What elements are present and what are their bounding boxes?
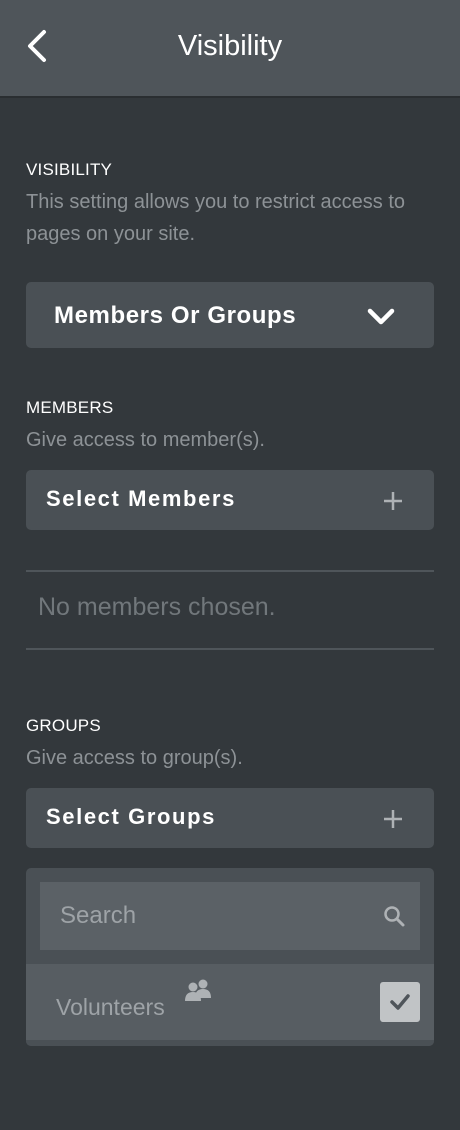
groups-description: Give access to group(s). — [26, 747, 243, 769]
header-bar: Visibility — [0, 0, 460, 98]
visibility-section-title: VISIBILITY — [26, 160, 113, 179]
group-item-label: Volunteers — [56, 994, 165, 1020]
divider — [26, 570, 434, 572]
members-section-title: MEMBERS — [26, 398, 114, 417]
plus-icon — [384, 810, 402, 828]
select-groups-label: Select Groups — [46, 804, 216, 829]
members-description: Give access to member(s). — [26, 429, 265, 451]
groups-section-title: GROUPS — [26, 716, 101, 735]
visibility-dropdown[interactable]: Members Or Groups — [26, 282, 434, 348]
visibility-description: This setting allows you to restrict acce… — [26, 191, 406, 245]
page-title: Visibility — [177, 30, 283, 62]
groups-search-input[interactable] — [40, 882, 420, 950]
visibility-dropdown-value: Members Or Groups — [54, 302, 297, 329]
select-members-label: Select Members — [46, 486, 236, 511]
plus-icon — [384, 492, 402, 510]
check-icon — [390, 994, 410, 1010]
chevron-down-icon — [367, 308, 395, 325]
group-item-volunteers[interactable]: Volunteers — [26, 964, 434, 1040]
search-icon — [384, 906, 405, 927]
select-groups-button[interactable]: Select Groups — [26, 788, 434, 848]
panel-footer — [26, 1040, 434, 1046]
select-members-button[interactable]: Select Members — [26, 470, 434, 530]
group-item-checkbox[interactable] — [380, 982, 420, 1022]
groups-picker-panel: Volunteers — [26, 868, 434, 1046]
members-empty-state: No members chosen. — [38, 593, 276, 621]
divider — [26, 648, 434, 650]
group-icon — [185, 979, 211, 1001]
